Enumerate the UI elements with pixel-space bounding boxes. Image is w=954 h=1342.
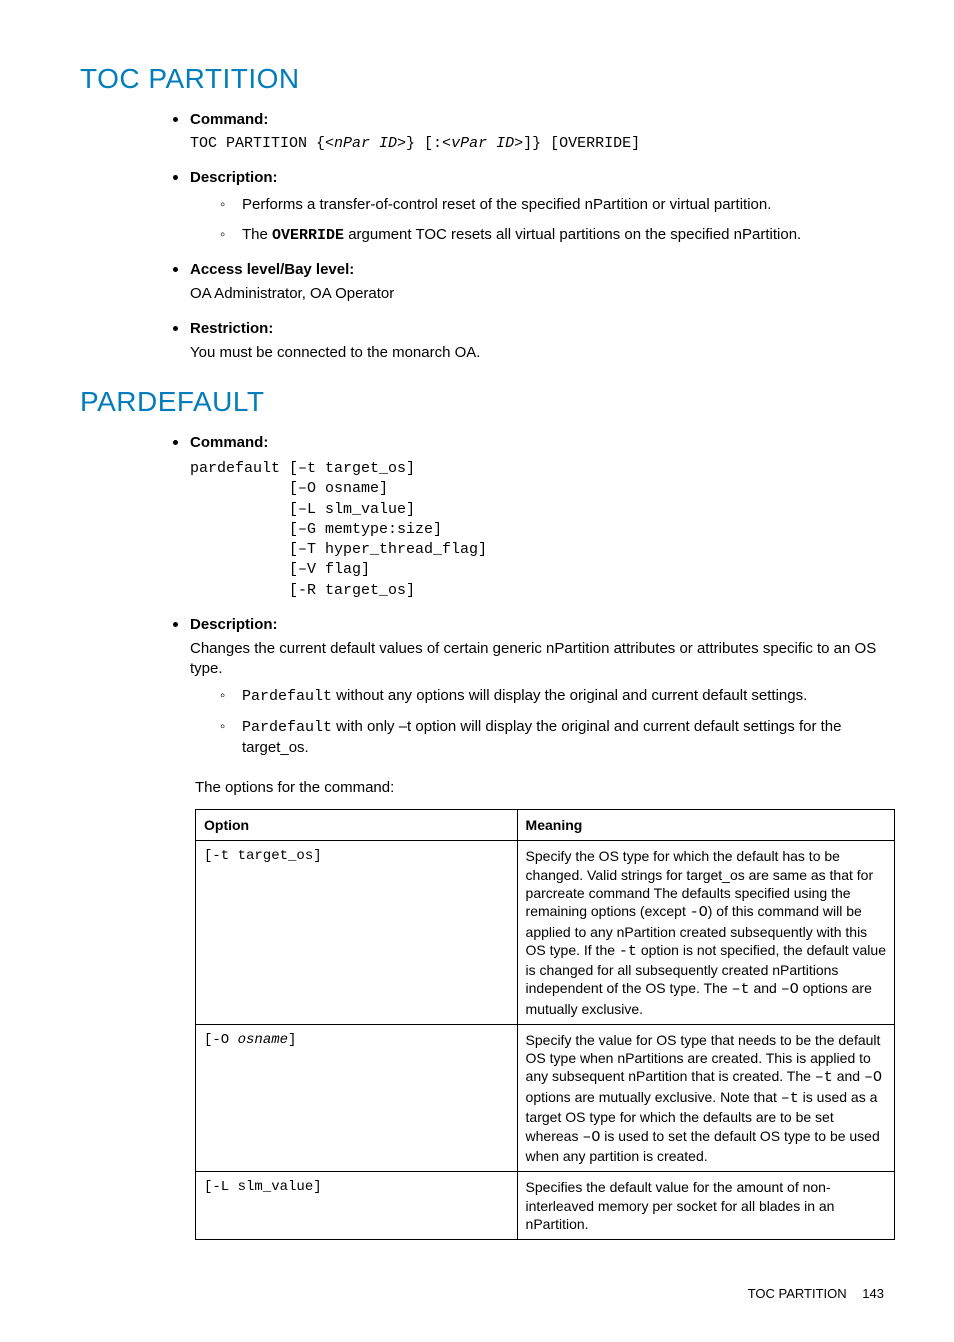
pardefault-list: Command: pardefault [–t target_os] [–O o…	[80, 429, 884, 759]
option-cell: [-t target_os]	[196, 841, 518, 1025]
page-footer: TOC PARTITION 143	[80, 1285, 884, 1303]
description-label: Description:	[190, 169, 278, 186]
options-table: Option Meaning [-t target_os] Specify th…	[195, 809, 895, 1240]
option-cell: [-L slm_value]	[196, 1172, 518, 1240]
command-label: Command:	[190, 434, 268, 451]
description-item: The OVERRIDE argument TOC resets all vir…	[220, 225, 884, 246]
section-title-toc-partition: TOC PARTITION	[80, 60, 884, 98]
table-row: [-O osname] Specify the value for OS typ…	[196, 1025, 895, 1172]
table-header-meaning: Meaning	[517, 809, 894, 841]
restriction-label: Restriction:	[190, 320, 273, 337]
meaning-cell: Specify the value for OS type that needs…	[517, 1025, 894, 1172]
page-number: 143	[862, 1286, 884, 1301]
section-title-pardefault: PARDEFAULT	[80, 383, 884, 421]
meaning-cell: Specify the OS type for which the defaul…	[517, 841, 894, 1025]
description-item: Pardefault with only –t option will disp…	[220, 717, 884, 759]
options-intro: The options for the command:	[195, 778, 884, 798]
command-label: Command:	[190, 111, 268, 128]
restriction-value: You must be connected to the monarch OA.	[190, 343, 884, 363]
access-level-label: Access level/Bay level:	[190, 261, 354, 278]
command-text: TOC PARTITION {<nPar ID>} [:<vPar ID>]} …	[190, 134, 884, 154]
table-row: [-L slm_value] Specifies the default val…	[196, 1172, 895, 1240]
footer-title: TOC PARTITION	[748, 1286, 847, 1301]
description-item: Performs a transfer-of-control reset of …	[220, 195, 884, 215]
description-intro: Changes the current default values of ce…	[190, 639, 884, 680]
command-text: pardefault [–t target_os] [–O osname] [–…	[190, 459, 884, 601]
description-label: Description:	[190, 616, 278, 633]
table-header-option: Option	[196, 809, 518, 841]
toc-partition-list: Command: TOC PARTITION {<nPar ID>} [:<vP…	[80, 106, 884, 363]
meaning-cell: Specifies the default value for the amou…	[517, 1172, 894, 1240]
option-cell: [-O osname]	[196, 1025, 518, 1172]
description-item: Pardefault without any options will disp…	[220, 686, 884, 707]
table-row: [-t target_os] Specify the OS type for w…	[196, 841, 895, 1025]
access-level-value: OA Administrator, OA Operator	[190, 284, 884, 304]
